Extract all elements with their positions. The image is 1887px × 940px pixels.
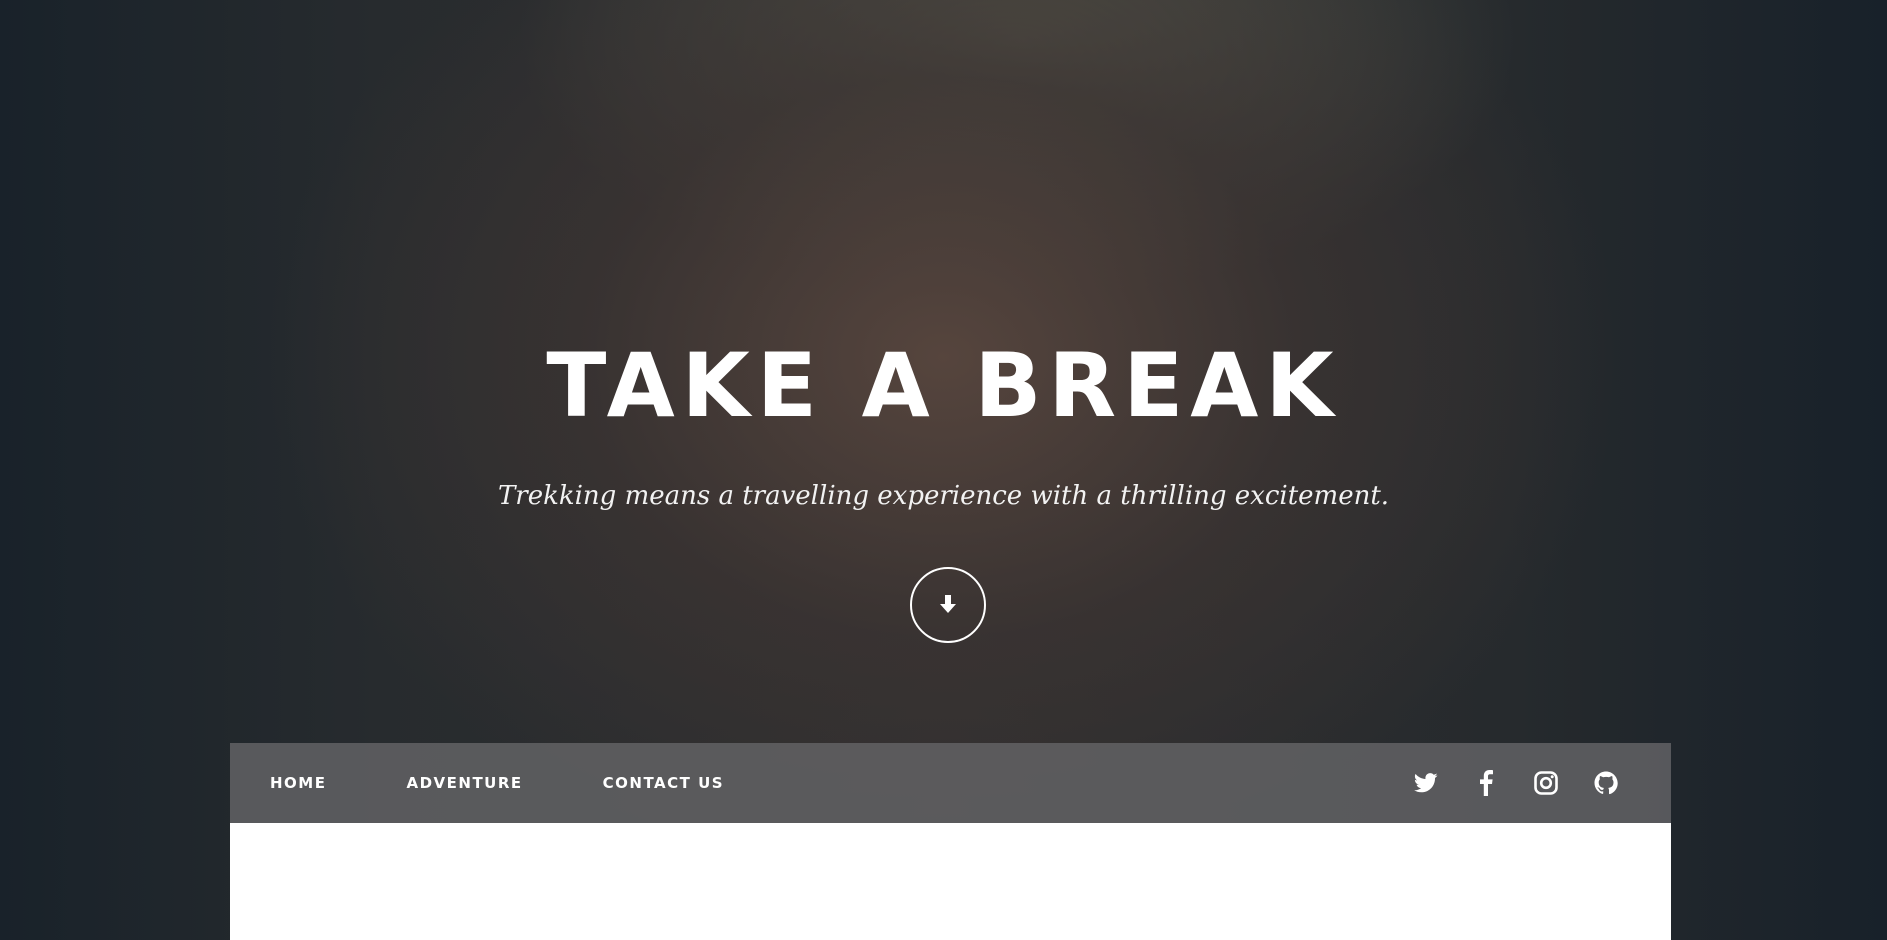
hero-subtitle: Trekking means a travelling experience w… [497, 481, 1390, 511]
social-links [1381, 743, 1621, 823]
github-icon[interactable] [1591, 768, 1621, 798]
hero-title: TAKE A BREAK [546, 334, 1341, 437]
scroll-down-button[interactable] [910, 567, 986, 643]
nav-home-link[interactable]: HOME [270, 743, 326, 823]
content-panel [230, 823, 1671, 940]
nav-links: HOME ADVENTURE CONTACT US [270, 743, 804, 823]
main-navbar: HOME ADVENTURE CONTACT US [230, 743, 1671, 823]
facebook-icon[interactable] [1471, 768, 1501, 798]
instagram-icon[interactable] [1531, 768, 1561, 798]
nav-contact-link[interactable]: CONTACT US [603, 743, 724, 823]
arrow-down-icon [940, 595, 956, 613]
twitter-icon[interactable] [1411, 768, 1441, 798]
nav-adventure-link[interactable]: ADVENTURE [406, 743, 522, 823]
